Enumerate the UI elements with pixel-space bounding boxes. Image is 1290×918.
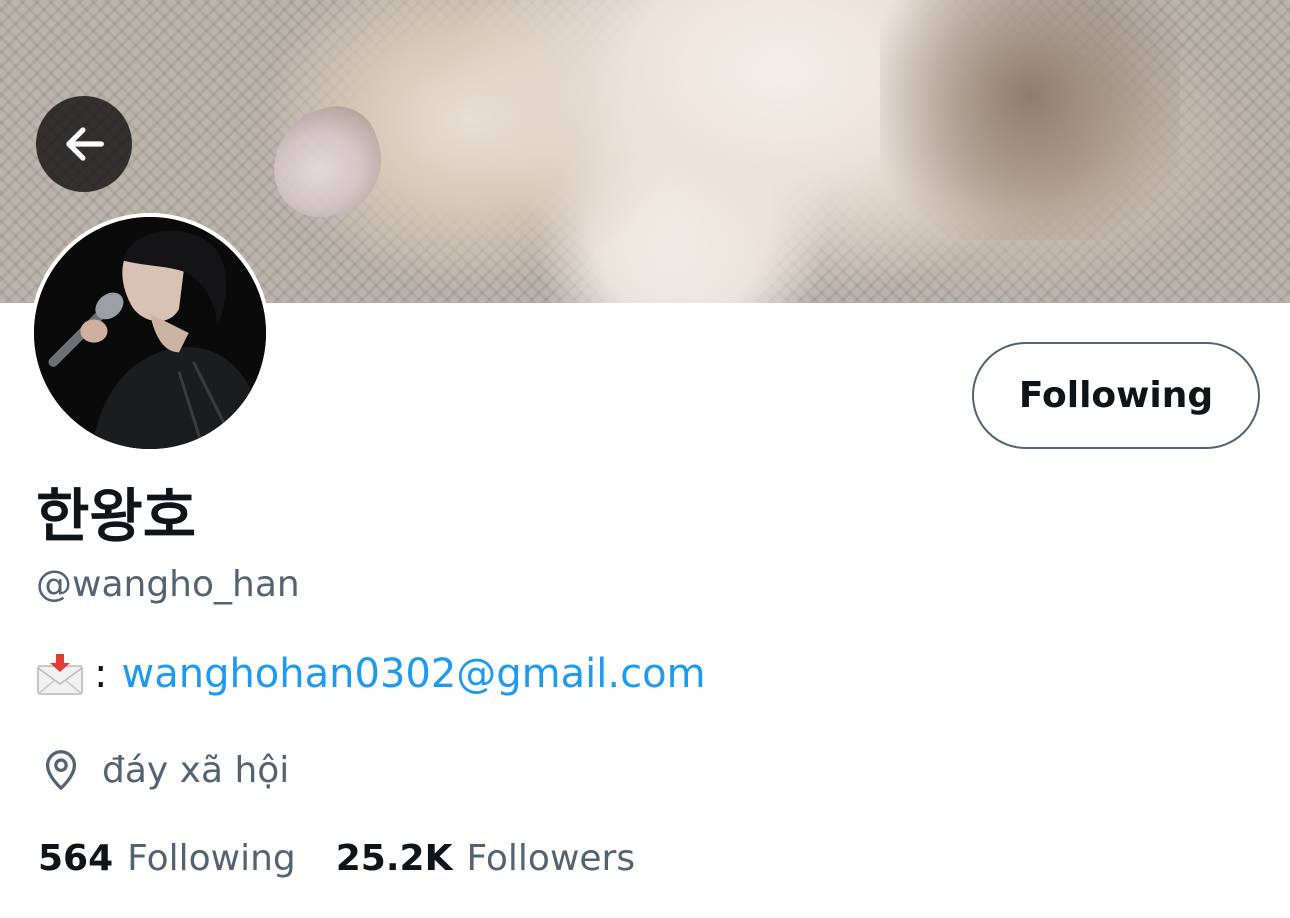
location-pin-icon [45,750,77,790]
avatar-photo [34,217,266,449]
avatar[interactable] [30,213,270,453]
back-button[interactable] [36,96,132,192]
followers-label: Followers [466,837,636,879]
followers-stat-link[interactable]: 25.2K Followers [336,838,635,879]
incoming-envelope-icon [37,654,83,695]
following-button[interactable]: Following [972,342,1260,449]
bio: : wanghohan0302@gmail.com [36,646,706,702]
bio-separator: : [94,651,108,697]
following-stat-link[interactable]: 564 Following [38,838,296,879]
profile-location: đáy xã hội [38,744,289,796]
bio-email-link[interactable]: wanghohan0302@gmail.com [121,651,705,697]
banner-shading [880,0,1180,240]
user-handle: @wangho_han [36,564,300,605]
following-label: Following [127,837,296,879]
arrow-left-icon [66,127,104,161]
followers-count: 25.2K [335,837,453,879]
banner-cat-ear [258,95,396,230]
display-name: 한왕호 [36,482,197,550]
profile-stats: 564 Following 25.2K Followers [38,832,675,884]
location-text: đáy xã hội [102,749,290,791]
following-count: 564 [38,837,114,879]
